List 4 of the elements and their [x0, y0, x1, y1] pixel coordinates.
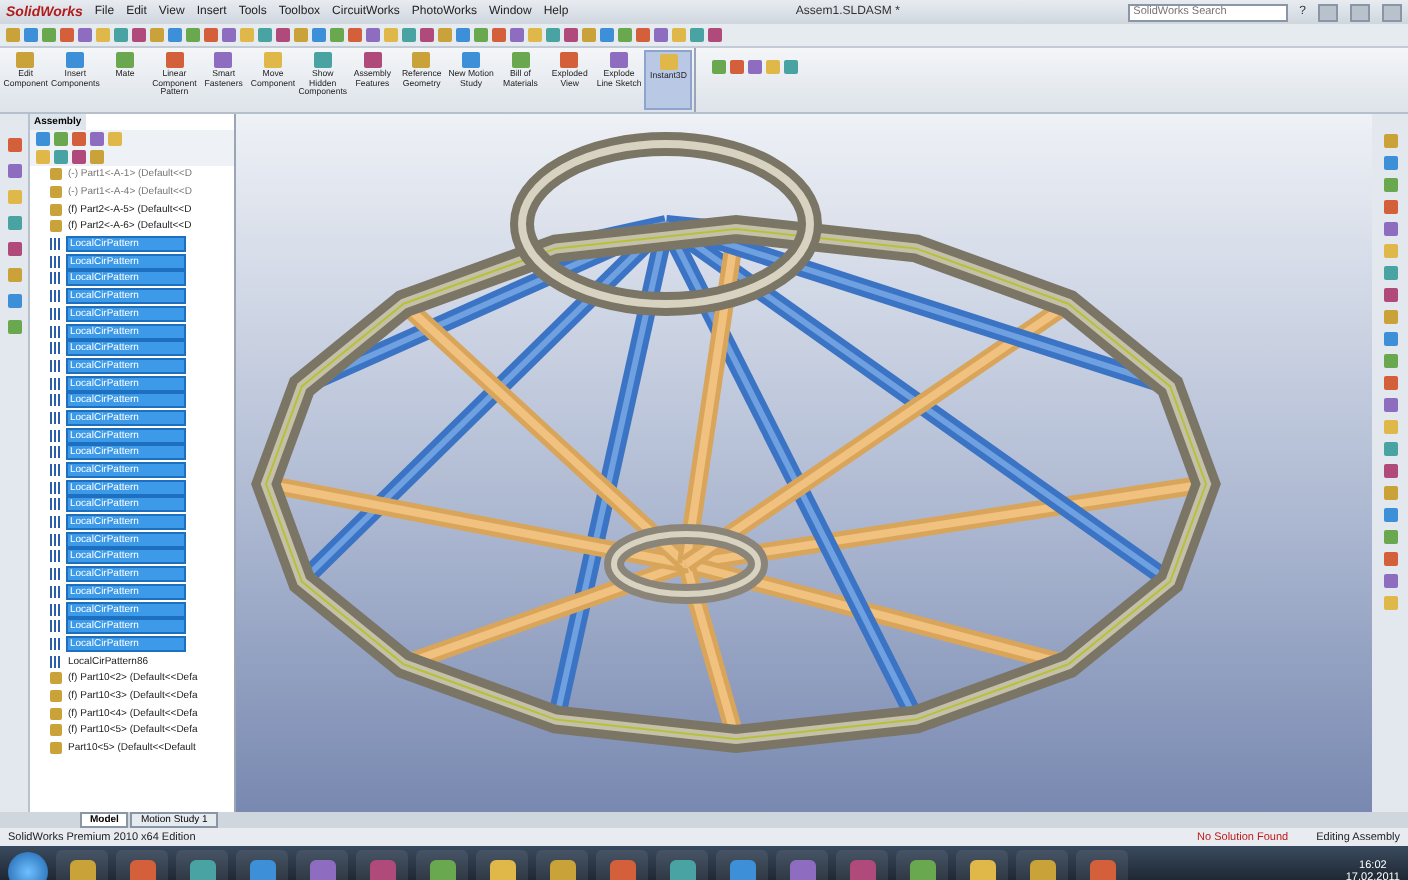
start-button[interactable]: [8, 852, 48, 880]
maximize-button[interactable]: [1350, 3, 1370, 21]
minimize-button[interactable]: [1318, 3, 1338, 21]
close-button[interactable]: [1382, 3, 1402, 21]
